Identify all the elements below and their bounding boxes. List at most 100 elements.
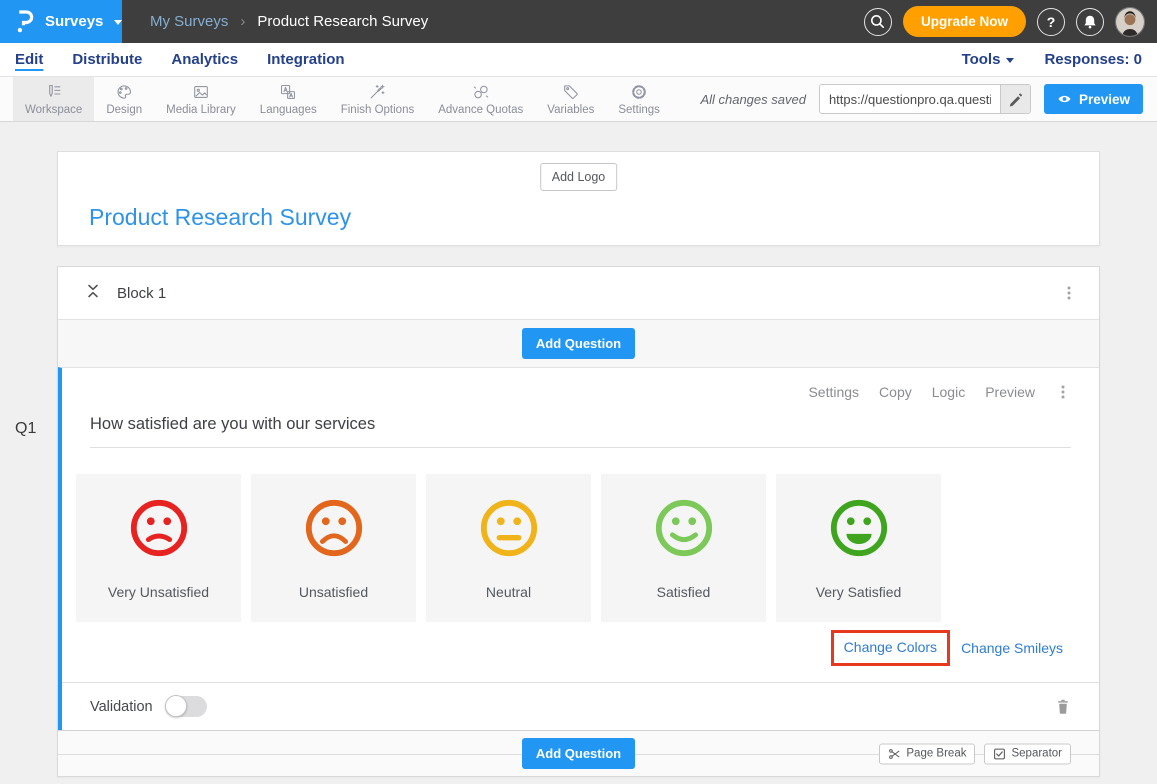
add-question-button-top[interactable]: Add Question xyxy=(522,328,635,359)
validation-row: Validation xyxy=(62,682,1099,730)
editor-toolbar: Workspace Design Media Library Languages xyxy=(0,77,1157,122)
edit-url-button[interactable] xyxy=(1000,85,1030,113)
option-very-satisfied[interactable]: Very Satisfied xyxy=(776,474,941,622)
breadcrumb-my-surveys[interactable]: My Surveys xyxy=(150,13,228,30)
page-break-label: Page Break xyxy=(906,748,966,760)
question-logic-link[interactable]: Logic xyxy=(932,384,965,400)
question-copy-link[interactable]: Copy xyxy=(879,384,912,400)
block-menu-button[interactable] xyxy=(1061,285,1077,301)
palette-icon xyxy=(115,83,133,101)
question-text[interactable]: How satisfied are you with our services xyxy=(90,415,1071,448)
satisfied-smiley-icon xyxy=(653,497,715,559)
toolbar-item-label: Design xyxy=(106,104,142,116)
option-unsatisfied[interactable]: Unsatisfied xyxy=(251,474,416,622)
save-status: All changes saved xyxy=(700,92,806,107)
tools-label: Tools xyxy=(962,51,1001,68)
unsatisfied-smiley-icon xyxy=(303,497,365,559)
page-break-button[interactable]: Page Break xyxy=(879,743,975,764)
tab-integration[interactable]: Integration xyxy=(267,51,345,68)
tab-edit[interactable]: Edit xyxy=(15,51,43,68)
toolbar-right: All changes saved Preview xyxy=(700,77,1157,121)
add-logo-button[interactable]: Add Logo xyxy=(540,163,618,191)
very-satisfied-smiley-icon xyxy=(828,497,890,559)
notifications-button[interactable] xyxy=(1076,8,1104,36)
magic-wand-icon xyxy=(368,83,386,101)
validation-toggle[interactable] xyxy=(165,696,207,717)
tab-distribute[interactable]: Distribute xyxy=(72,51,142,68)
toolbar-item-label: Variables xyxy=(547,104,594,116)
image-icon xyxy=(192,83,210,101)
preview-button[interactable]: Preview xyxy=(1044,84,1143,114)
search-button[interactable] xyxy=(864,8,892,36)
option-label: Satisfied xyxy=(657,584,711,600)
option-label: Neutral xyxy=(486,584,531,600)
option-label: Very Satisfied xyxy=(816,584,902,600)
question-settings-link[interactable]: Settings xyxy=(808,384,859,400)
product-menu-label: Surveys xyxy=(45,13,103,30)
option-satisfied[interactable]: Satisfied xyxy=(601,474,766,622)
workspace-icon xyxy=(45,83,63,101)
toolbar-item-design[interactable]: Design xyxy=(94,77,154,121)
survey-url-input[interactable] xyxy=(820,85,1000,113)
separator-button[interactable]: Separator xyxy=(984,743,1071,764)
neutral-smiley-icon xyxy=(478,497,540,559)
kebab-menu-icon xyxy=(1055,384,1071,400)
separator-label: Separator xyxy=(1011,748,1062,760)
toolbar-item-languages[interactable]: Languages xyxy=(248,77,329,121)
search-icon xyxy=(869,13,886,30)
toolbar-item-label: Workspace xyxy=(25,104,82,116)
collapse-block-button[interactable] xyxy=(85,283,101,304)
user-avatar[interactable] xyxy=(1115,7,1145,37)
change-colors-link[interactable]: Change Colors xyxy=(844,639,937,655)
topbar-actions: Upgrade Now ? xyxy=(864,0,1157,43)
toolbar-item-label: Settings xyxy=(618,104,660,116)
scissors-icon xyxy=(888,747,901,760)
breadcrumb-current-survey: Product Research Survey xyxy=(257,13,428,30)
product-switcher[interactable]: Surveys xyxy=(0,0,122,43)
option-label: Unsatisfied xyxy=(299,584,368,600)
gear-icon xyxy=(630,83,648,101)
breadcrumb: My Surveys › Product Research Survey xyxy=(150,0,428,43)
help-button[interactable]: ? xyxy=(1037,8,1065,36)
option-very-unsatisfied[interactable]: Very Unsatisfied xyxy=(76,474,241,622)
toolbar-item-label: Finish Options xyxy=(341,104,415,116)
upgrade-now-button[interactable]: Upgrade Now xyxy=(903,6,1026,37)
chevron-down-icon xyxy=(114,20,122,25)
smiley-links-row: Change Colors Change Smileys xyxy=(76,630,1085,682)
smiley-scale: Very Unsatisfied Unsatisfied Neutral Sat… xyxy=(76,474,1085,622)
pencil-icon xyxy=(1008,92,1023,107)
translate-icon xyxy=(279,83,297,101)
question-menu-button[interactable] xyxy=(1055,384,1071,400)
delete-question-button[interactable] xyxy=(1055,698,1071,715)
survey-title[interactable]: Product Research Survey xyxy=(89,204,351,231)
change-smileys-link[interactable]: Change Smileys xyxy=(961,640,1063,656)
toolbar-item-label: Media Library xyxy=(166,104,236,116)
add-question-button-bottom[interactable]: Add Question xyxy=(522,738,635,769)
questionpro-logo-icon xyxy=(15,9,34,34)
toolbar-item-media-library[interactable]: Media Library xyxy=(154,77,248,121)
toolbar-item-variables[interactable]: Variables xyxy=(535,77,606,121)
question-preview-link[interactable]: Preview xyxy=(985,384,1035,400)
toolbar-item-finish-options[interactable]: Finish Options xyxy=(329,77,427,121)
toolbar-item-workspace[interactable]: Workspace xyxy=(13,77,94,121)
eye-icon xyxy=(1057,93,1072,105)
question-number: Q1 xyxy=(15,420,36,438)
checkbox-icon xyxy=(993,747,1006,760)
footer-insert-buttons: Page Break Separator xyxy=(879,743,1071,764)
breadcrumb-separator: › xyxy=(240,13,245,30)
toggle-knob xyxy=(165,695,187,717)
add-question-row-top: Add Question xyxy=(58,319,1099,367)
question-actions: Settings Copy Logic Preview xyxy=(76,384,1085,400)
tools-dropdown[interactable]: Tools xyxy=(962,51,1015,68)
tab-analytics[interactable]: Analytics xyxy=(171,51,238,68)
toolbar-item-label: Languages xyxy=(260,104,317,116)
toolbar-item-settings[interactable]: Settings xyxy=(606,77,672,121)
block-card: Block 1 Add Question Q1 Settings Copy Lo… xyxy=(57,266,1100,777)
responses-count: Responses: 0 xyxy=(1044,51,1142,68)
question-inner: Settings Copy Logic Preview How satisfie… xyxy=(62,368,1099,682)
very-unsatisfied-smiley-icon xyxy=(128,497,190,559)
validation-label: Validation xyxy=(90,699,153,715)
toolbar-item-advance-quotas[interactable]: Advance Quotas xyxy=(426,77,535,121)
option-neutral[interactable]: Neutral xyxy=(426,474,591,622)
chevron-down-icon xyxy=(1006,58,1014,63)
